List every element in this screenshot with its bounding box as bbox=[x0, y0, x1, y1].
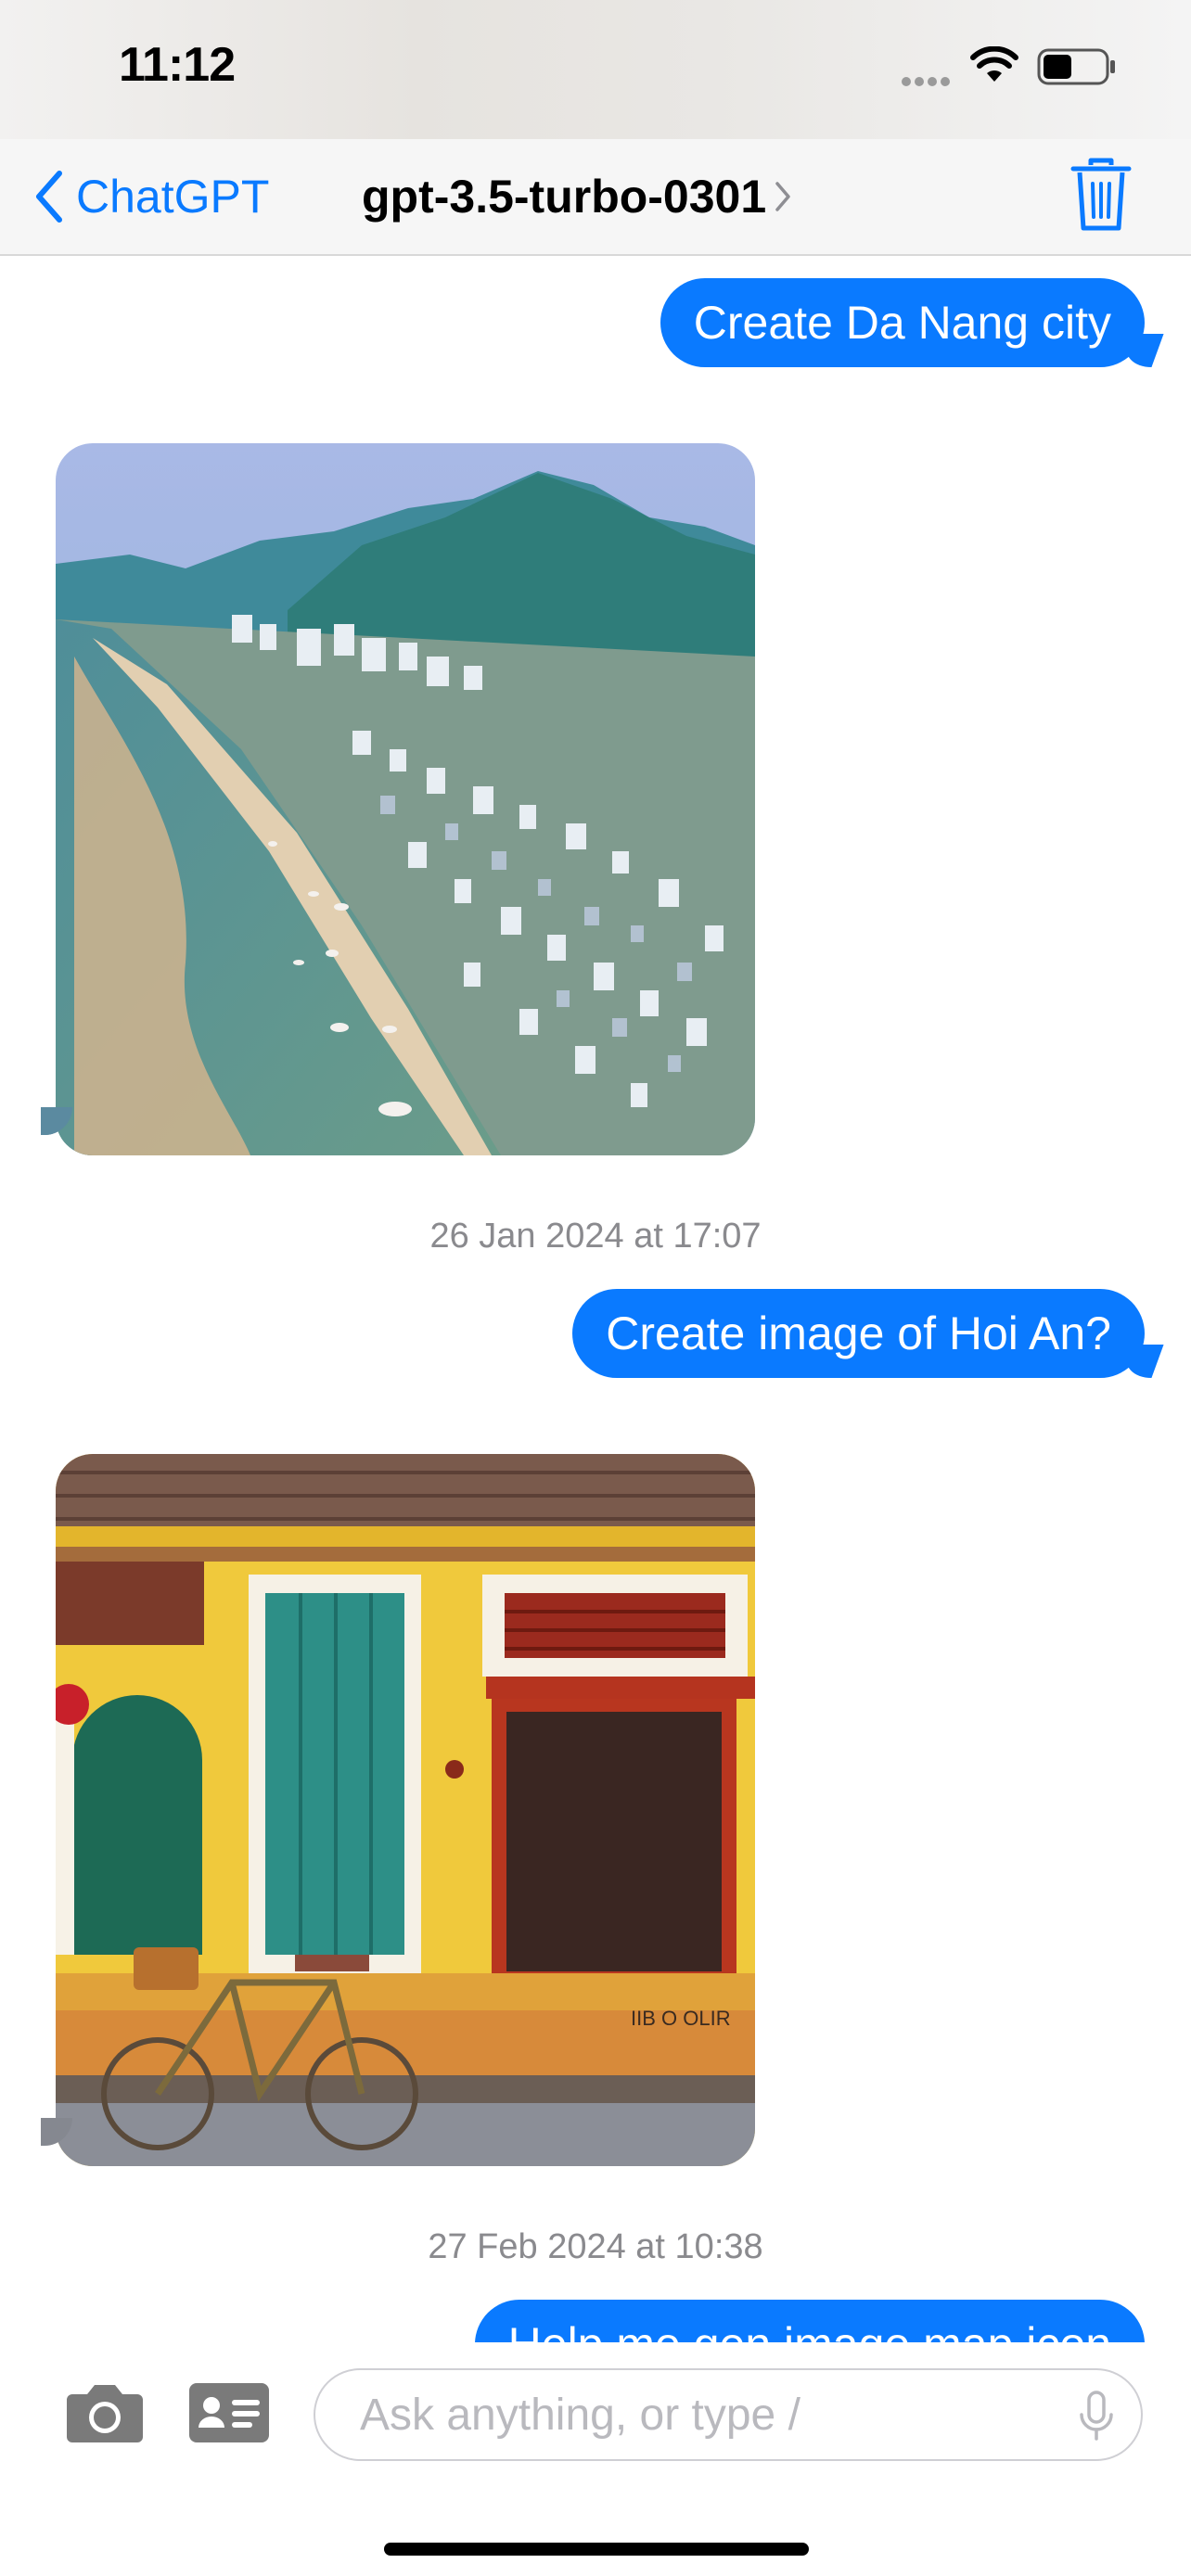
message-text: Create image of Hoi An? bbox=[606, 1307, 1111, 1359]
battery-icon bbox=[1037, 48, 1115, 85]
back-label: ChatGPT bbox=[76, 171, 270, 223]
generated-image-da-nang[interactable] bbox=[56, 443, 755, 1155]
cellular-signal-icon bbox=[902, 74, 954, 91]
home-indicator bbox=[384, 2543, 809, 2556]
composer-bar bbox=[0, 2342, 1191, 2576]
generated-image-hoi-an[interactable]: IIB O OLIR bbox=[56, 1454, 755, 2166]
delete-button[interactable] bbox=[1069, 156, 1133, 238]
wifi-icon bbox=[970, 46, 1018, 82]
ask-input[interactable] bbox=[314, 2368, 1143, 2461]
back-button[interactable]: ChatGPT bbox=[33, 163, 269, 230]
message-timestamp: 26 Jan 2024 at 17:07 bbox=[429, 1217, 762, 1256]
status-bar: 11:12 bbox=[0, 0, 1191, 139]
microphone-icon bbox=[1080, 2391, 1113, 2441]
outgoing-message[interactable]: Create Da Nang city bbox=[660, 278, 1145, 367]
microphone-button[interactable] bbox=[1078, 2391, 1115, 2447]
chat-transcript[interactable]: Create Da Nang city 26 Jan 2024 at 17:07… bbox=[0, 256, 1191, 2342]
camera-icon bbox=[67, 2385, 143, 2442]
camera-button[interactable] bbox=[65, 2379, 145, 2449]
trash-icon bbox=[1070, 158, 1132, 231]
chevron-left-icon bbox=[36, 171, 62, 223]
message-text: Create Da Nang city bbox=[693, 297, 1111, 349]
message-timestamp: 27 Feb 2024 at 10:38 bbox=[428, 2227, 763, 2266]
outgoing-message[interactable]: Create image of Hoi An? bbox=[572, 1289, 1145, 1378]
contact-card-button[interactable] bbox=[189, 2383, 269, 2447]
model-title: gpt-3.5-turbo-0301 bbox=[362, 171, 767, 223]
navigation-bar: ChatGPT gpt-3.5-turbo-0301 bbox=[0, 139, 1191, 256]
model-title-button[interactable]: gpt-3.5-turbo-0301 bbox=[362, 163, 792, 230]
status-time: 11:12 bbox=[119, 38, 236, 92]
svg-text:IIB O OLIR: IIB O OLIR bbox=[631, 2007, 731, 2030]
outgoing-message[interactable]: Help me gen image map icon bbox=[474, 2300, 1145, 2342]
message-text: Help me gen image map icon bbox=[508, 2318, 1111, 2342]
chevron-right-icon bbox=[775, 182, 790, 211]
contact-card-icon bbox=[189, 2383, 269, 2442]
